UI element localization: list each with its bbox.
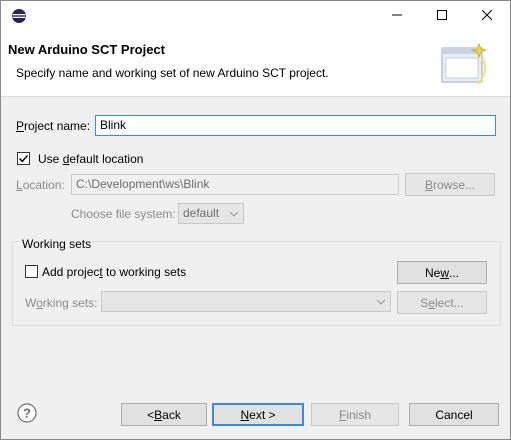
new-project-wizard-icon <box>438 40 492 90</box>
next-button[interactable]: Next > <box>212 403 304 426</box>
project-name-label: Project name: <box>16 119 91 133</box>
file-system-label: Choose file system: <box>71 207 176 221</box>
wizard-title: New Arduino SCT Project <box>8 42 165 57</box>
new-working-set-button[interactable]: Ne w... <box>397 261 487 284</box>
wizard-window: New Arduino SCT Project Specify name and… <box>0 0 511 440</box>
back-button[interactable]: < Back <box>121 403 207 426</box>
wizard-description: Specify name and working set of new Ardu… <box>16 66 329 80</box>
close-button[interactable] <box>464 1 509 31</box>
minimize-button[interactable] <box>374 1 419 31</box>
maximize-icon <box>436 9 447 23</box>
working-sets-select[interactable] <box>101 291 391 312</box>
working-sets-group-title: Working sets <box>21 237 93 251</box>
add-to-working-sets-checkbox[interactable] <box>25 265 38 278</box>
select-working-set-button[interactable]: Se lect... <box>397 291 487 314</box>
cancel-button[interactable]: Cancel <box>409 403 499 426</box>
svg-text:?: ? <box>23 406 31 421</box>
title-bar[interactable] <box>1 1 510 31</box>
location-input[interactable]: C:\Development\ws\Blink <box>71 174 399 195</box>
minimize-icon <box>391 9 402 23</box>
location-label: Location: <box>16 178 65 192</box>
browse-button[interactable]: Browse... <box>405 173 495 196</box>
add-to-working-sets-label[interactable]: Add project to working sets <box>42 265 186 279</box>
finish-button[interactable]: Finish <box>311 403 399 426</box>
file-system-select[interactable]: default <box>178 203 244 224</box>
wizard-header: New Arduino SCT Project Specify name and… <box>1 31 510 97</box>
working-sets-label: Working sets: <box>25 296 98 310</box>
close-icon <box>481 9 492 23</box>
file-system-value: default <box>183 206 220 220</box>
project-name-input[interactable]: Blink <box>95 115 496 136</box>
use-default-location-checkbox[interactable] <box>17 152 30 165</box>
maximize-button[interactable] <box>419 1 464 31</box>
use-default-location-label[interactable]: Use default location <box>38 152 143 166</box>
chevron-down-icon <box>229 208 239 218</box>
help-icon[interactable]: ? <box>17 403 37 423</box>
eclipse-icon <box>11 8 27 24</box>
chevron-down-icon <box>376 296 386 306</box>
